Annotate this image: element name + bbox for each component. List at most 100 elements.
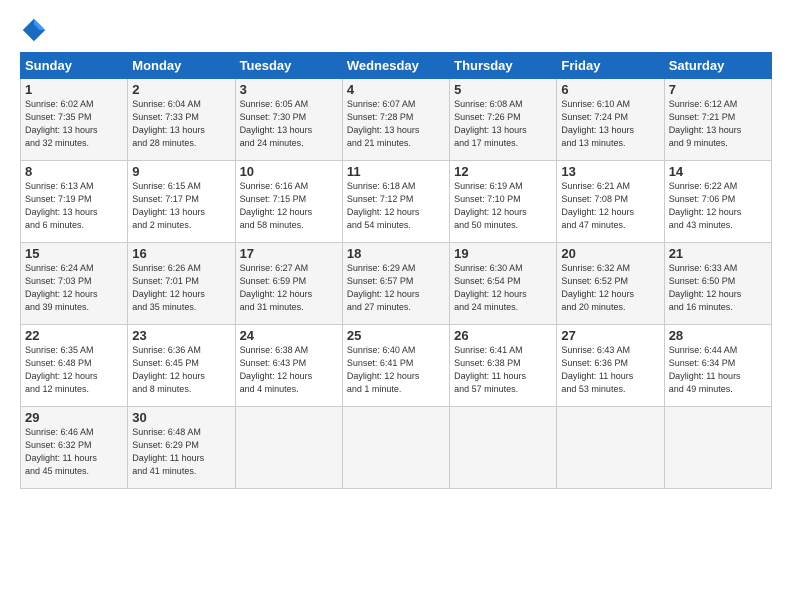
day-detail: Sunrise: 6:44 AM Sunset: 6:34 PM Dayligh…: [669, 344, 767, 396]
header-cell-saturday: Saturday: [664, 53, 771, 79]
day-cell: 27Sunrise: 6:43 AM Sunset: 6:36 PM Dayli…: [557, 325, 664, 407]
week-row-1: 1Sunrise: 6:02 AM Sunset: 7:35 PM Daylig…: [21, 79, 772, 161]
day-detail: Sunrise: 6:35 AM Sunset: 6:48 PM Dayligh…: [25, 344, 123, 396]
header-cell-monday: Monday: [128, 53, 235, 79]
day-number: 18: [347, 246, 445, 261]
day-detail: Sunrise: 6:41 AM Sunset: 6:38 PM Dayligh…: [454, 344, 552, 396]
day-detail: Sunrise: 6:21 AM Sunset: 7:08 PM Dayligh…: [561, 180, 659, 232]
day-detail: Sunrise: 6:05 AM Sunset: 7:30 PM Dayligh…: [240, 98, 338, 150]
day-number: 11: [347, 164, 445, 179]
day-number: 17: [240, 246, 338, 261]
day-detail: Sunrise: 6:38 AM Sunset: 6:43 PM Dayligh…: [240, 344, 338, 396]
day-number: 21: [669, 246, 767, 261]
day-number: 16: [132, 246, 230, 261]
day-cell: 30Sunrise: 6:48 AM Sunset: 6:29 PM Dayli…: [128, 407, 235, 489]
day-detail: Sunrise: 6:46 AM Sunset: 6:32 PM Dayligh…: [25, 426, 123, 478]
header-cell-wednesday: Wednesday: [342, 53, 449, 79]
day-detail: Sunrise: 6:24 AM Sunset: 7:03 PM Dayligh…: [25, 262, 123, 314]
day-number: 10: [240, 164, 338, 179]
day-cell: 18Sunrise: 6:29 AM Sunset: 6:57 PM Dayli…: [342, 243, 449, 325]
day-detail: Sunrise: 6:19 AM Sunset: 7:10 PM Dayligh…: [454, 180, 552, 232]
day-number: 29: [25, 410, 123, 425]
day-detail: Sunrise: 6:27 AM Sunset: 6:59 PM Dayligh…: [240, 262, 338, 314]
day-number: 20: [561, 246, 659, 261]
day-detail: Sunrise: 6:29 AM Sunset: 6:57 PM Dayligh…: [347, 262, 445, 314]
day-number: 1: [25, 82, 123, 97]
day-detail: Sunrise: 6:26 AM Sunset: 7:01 PM Dayligh…: [132, 262, 230, 314]
logo-icon: [20, 16, 48, 44]
day-cell: 22Sunrise: 6:35 AM Sunset: 6:48 PM Dayli…: [21, 325, 128, 407]
day-cell: 2Sunrise: 6:04 AM Sunset: 7:33 PM Daylig…: [128, 79, 235, 161]
day-number: 3: [240, 82, 338, 97]
day-number: 25: [347, 328, 445, 343]
day-cell: 3Sunrise: 6:05 AM Sunset: 7:30 PM Daylig…: [235, 79, 342, 161]
day-number: 26: [454, 328, 552, 343]
day-number: 4: [347, 82, 445, 97]
logo: [20, 16, 52, 44]
day-number: 8: [25, 164, 123, 179]
day-cell: 24Sunrise: 6:38 AM Sunset: 6:43 PM Dayli…: [235, 325, 342, 407]
day-detail: Sunrise: 6:40 AM Sunset: 6:41 PM Dayligh…: [347, 344, 445, 396]
day-detail: Sunrise: 6:18 AM Sunset: 7:12 PM Dayligh…: [347, 180, 445, 232]
day-detail: Sunrise: 6:36 AM Sunset: 6:45 PM Dayligh…: [132, 344, 230, 396]
day-number: 2: [132, 82, 230, 97]
day-cell: 6Sunrise: 6:10 AM Sunset: 7:24 PM Daylig…: [557, 79, 664, 161]
day-number: 9: [132, 164, 230, 179]
day-cell: 20Sunrise: 6:32 AM Sunset: 6:52 PM Dayli…: [557, 243, 664, 325]
day-number: 30: [132, 410, 230, 425]
day-cell: 21Sunrise: 6:33 AM Sunset: 6:50 PM Dayli…: [664, 243, 771, 325]
header: [20, 16, 772, 44]
day-cell: 9Sunrise: 6:15 AM Sunset: 7:17 PM Daylig…: [128, 161, 235, 243]
header-cell-sunday: Sunday: [21, 53, 128, 79]
day-cell: 5Sunrise: 6:08 AM Sunset: 7:26 PM Daylig…: [450, 79, 557, 161]
week-row-3: 15Sunrise: 6:24 AM Sunset: 7:03 PM Dayli…: [21, 243, 772, 325]
day-detail: Sunrise: 6:08 AM Sunset: 7:26 PM Dayligh…: [454, 98, 552, 150]
day-detail: Sunrise: 6:02 AM Sunset: 7:35 PM Dayligh…: [25, 98, 123, 150]
day-cell: 10Sunrise: 6:16 AM Sunset: 7:15 PM Dayli…: [235, 161, 342, 243]
day-number: 15: [25, 246, 123, 261]
day-number: 5: [454, 82, 552, 97]
day-number: 12: [454, 164, 552, 179]
day-cell: 7Sunrise: 6:12 AM Sunset: 7:21 PM Daylig…: [664, 79, 771, 161]
week-row-4: 22Sunrise: 6:35 AM Sunset: 6:48 PM Dayli…: [21, 325, 772, 407]
day-detail: Sunrise: 6:48 AM Sunset: 6:29 PM Dayligh…: [132, 426, 230, 478]
page: SundayMondayTuesdayWednesdayThursdayFrid…: [0, 0, 792, 499]
header-cell-thursday: Thursday: [450, 53, 557, 79]
day-detail: Sunrise: 6:32 AM Sunset: 6:52 PM Dayligh…: [561, 262, 659, 314]
day-cell: 8Sunrise: 6:13 AM Sunset: 7:19 PM Daylig…: [21, 161, 128, 243]
day-number: 23: [132, 328, 230, 343]
day-number: 28: [669, 328, 767, 343]
day-detail: Sunrise: 6:16 AM Sunset: 7:15 PM Dayligh…: [240, 180, 338, 232]
week-row-5: 29Sunrise: 6:46 AM Sunset: 6:32 PM Dayli…: [21, 407, 772, 489]
day-number: 6: [561, 82, 659, 97]
day-cell: 13Sunrise: 6:21 AM Sunset: 7:08 PM Dayli…: [557, 161, 664, 243]
day-cell: 1Sunrise: 6:02 AM Sunset: 7:35 PM Daylig…: [21, 79, 128, 161]
day-detail: Sunrise: 6:22 AM Sunset: 7:06 PM Dayligh…: [669, 180, 767, 232]
day-detail: Sunrise: 6:12 AM Sunset: 7:21 PM Dayligh…: [669, 98, 767, 150]
day-cell: 26Sunrise: 6:41 AM Sunset: 6:38 PM Dayli…: [450, 325, 557, 407]
day-detail: Sunrise: 6:30 AM Sunset: 6:54 PM Dayligh…: [454, 262, 552, 314]
day-cell: 15Sunrise: 6:24 AM Sunset: 7:03 PM Dayli…: [21, 243, 128, 325]
day-cell: 17Sunrise: 6:27 AM Sunset: 6:59 PM Dayli…: [235, 243, 342, 325]
calendar-table: SundayMondayTuesdayWednesdayThursdayFrid…: [20, 52, 772, 489]
day-detail: Sunrise: 6:15 AM Sunset: 7:17 PM Dayligh…: [132, 180, 230, 232]
header-cell-tuesday: Tuesday: [235, 53, 342, 79]
day-cell: [342, 407, 449, 489]
day-cell: 4Sunrise: 6:07 AM Sunset: 7:28 PM Daylig…: [342, 79, 449, 161]
day-detail: Sunrise: 6:07 AM Sunset: 7:28 PM Dayligh…: [347, 98, 445, 150]
header-row: SundayMondayTuesdayWednesdayThursdayFrid…: [21, 53, 772, 79]
day-detail: Sunrise: 6:10 AM Sunset: 7:24 PM Dayligh…: [561, 98, 659, 150]
day-number: 14: [669, 164, 767, 179]
day-cell: 28Sunrise: 6:44 AM Sunset: 6:34 PM Dayli…: [664, 325, 771, 407]
day-number: 13: [561, 164, 659, 179]
day-cell: [235, 407, 342, 489]
day-detail: Sunrise: 6:04 AM Sunset: 7:33 PM Dayligh…: [132, 98, 230, 150]
day-number: 7: [669, 82, 767, 97]
day-detail: Sunrise: 6:43 AM Sunset: 6:36 PM Dayligh…: [561, 344, 659, 396]
day-cell: [450, 407, 557, 489]
day-detail: Sunrise: 6:33 AM Sunset: 6:50 PM Dayligh…: [669, 262, 767, 314]
day-cell: 16Sunrise: 6:26 AM Sunset: 7:01 PM Dayli…: [128, 243, 235, 325]
day-number: 19: [454, 246, 552, 261]
day-cell: 29Sunrise: 6:46 AM Sunset: 6:32 PM Dayli…: [21, 407, 128, 489]
header-cell-friday: Friday: [557, 53, 664, 79]
